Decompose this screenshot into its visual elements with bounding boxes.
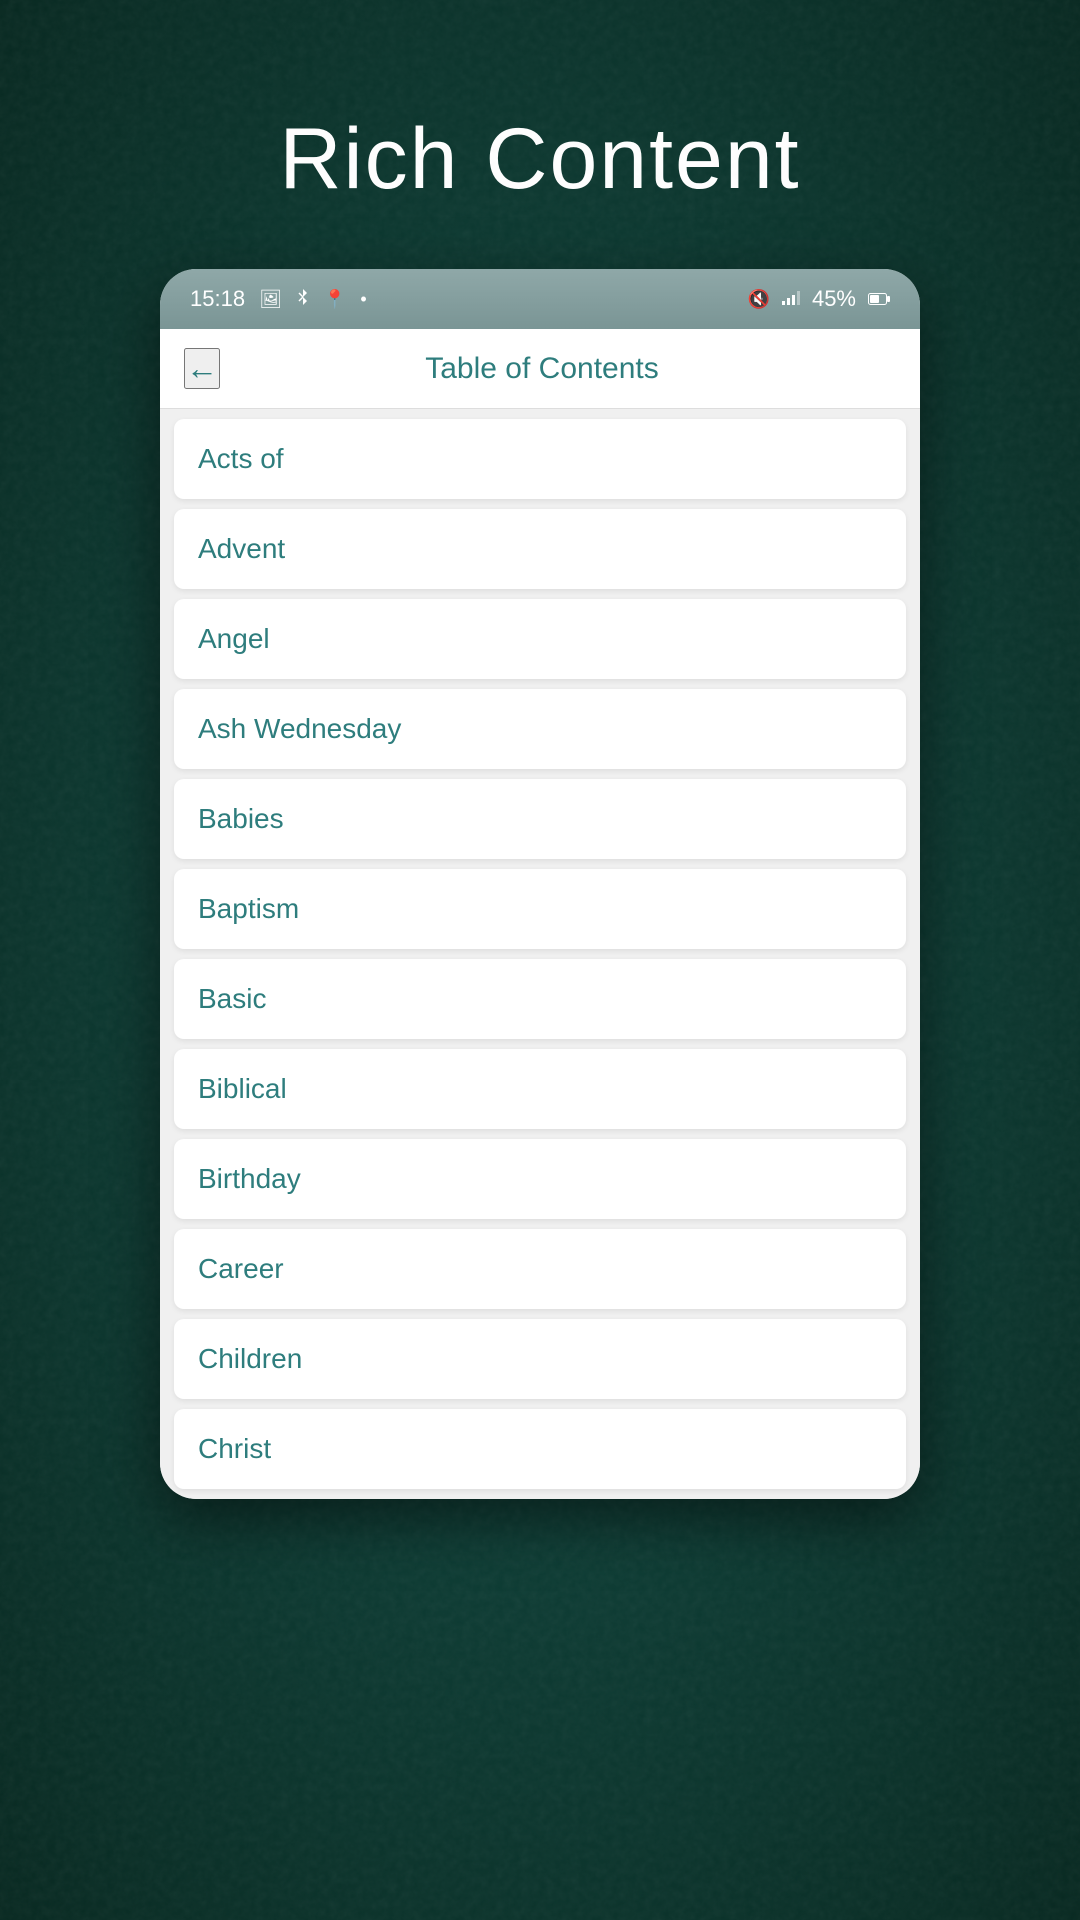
phone-frame: 15:18 🖼 📍 • 🔇 45% [160, 269, 920, 1499]
status-bar: 15:18 🖼 📍 • 🔇 45% [160, 269, 920, 329]
back-button[interactable]: ← [184, 348, 220, 389]
list-item[interactable]: Acts of [174, 419, 906, 499]
location-icon: 📍 [324, 289, 346, 310]
list-item[interactable]: Ash Wednesday [174, 689, 906, 769]
list-item-label: Christ [198, 1433, 271, 1465]
list-item[interactable]: Angel [174, 599, 906, 679]
table-of-contents-list: Acts of Advent Angel Ash Wednesday Babies Bap… [160, 409, 920, 1499]
list-item-label: Biblical [198, 1073, 287, 1105]
list-item-label: Baptism [198, 893, 299, 925]
list-item-label: Career [198, 1253, 284, 1285]
dot-icon: • [360, 289, 366, 310]
list-item-label: Basic [198, 983, 266, 1015]
list-item-label: Children [198, 1343, 302, 1375]
list-item-label: Acts of [198, 443, 284, 475]
list-item[interactable]: Basic [174, 959, 906, 1039]
list-item-label: Ash Wednesday [198, 713, 401, 745]
page-title: Rich Content [0, 0, 1080, 269]
list-item-label: Angel [198, 623, 270, 655]
battery-icon [868, 289, 890, 310]
list-item[interactable]: Christ [174, 1409, 906, 1489]
list-item[interactable]: Children [174, 1319, 906, 1399]
list-item[interactable]: Baptism [174, 869, 906, 949]
bluetooth-icon [296, 288, 310, 311]
list-item[interactable]: Birthday [174, 1139, 906, 1219]
header-title: Table of Contents [240, 352, 844, 386]
list-item-label: Babies [198, 803, 284, 835]
battery-percent: 45% [812, 286, 856, 312]
list-item[interactable]: Career [174, 1229, 906, 1309]
app-header: ← Table of Contents [160, 329, 920, 409]
list-item[interactable]: Advent [174, 509, 906, 589]
status-left: 15:18 🖼 📍 • [190, 286, 367, 312]
status-right: 🔇 45% [748, 286, 890, 312]
list-item-label: Advent [198, 533, 285, 565]
list-item[interactable]: Babies [174, 779, 906, 859]
status-time: 15:18 [190, 286, 245, 312]
signal-icon [782, 289, 800, 310]
mute-icon: 🔇 [748, 289, 770, 310]
list-item-label: Birthday [198, 1163, 301, 1195]
list-item[interactable]: Biblical [174, 1049, 906, 1129]
image-icon: 🖼 [259, 289, 282, 310]
